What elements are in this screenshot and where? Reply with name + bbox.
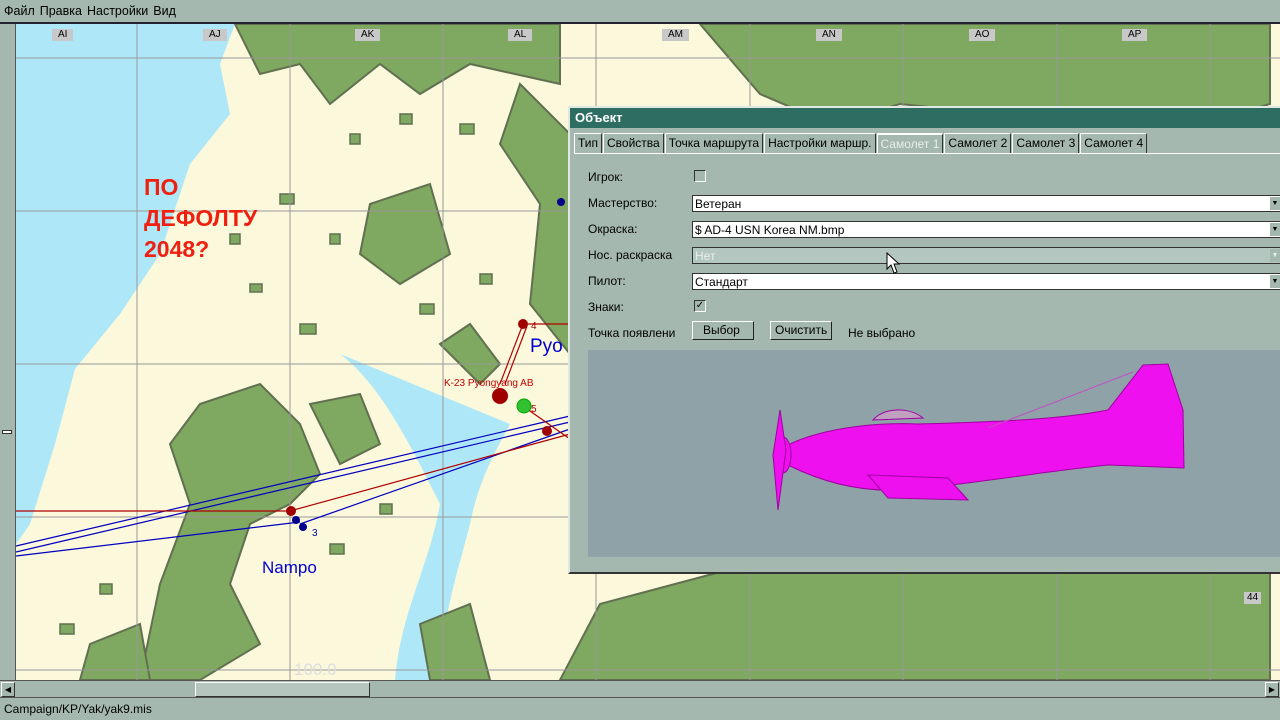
dialog-title[interactable]: Объект — [570, 108, 1280, 128]
nose-art-label: Нос. раскраска — [588, 248, 673, 262]
horizontal-scroll-thumb[interactable] — [195, 682, 370, 697]
spawn-value: Не выбрано — [848, 326, 916, 340]
grid-label: AI — [52, 29, 74, 41]
tab-route-settings[interactable]: Настройки маршр. — [764, 133, 876, 153]
tab-bar: Тип Свойства Точка маршрута Настройки ма… — [574, 133, 1148, 153]
horizontal-scrollbar[interactable]: ◀ ▶ — [0, 680, 1280, 698]
grid-label: AN — [816, 29, 842, 41]
nose-art-value: Нет — [695, 249, 716, 263]
airfield-label[interactable]: K-23 Pyongyang AB — [444, 378, 534, 389]
grid-label: AK — [355, 29, 381, 41]
tab-waypoint[interactable]: Точка маршрута — [664, 133, 764, 153]
clear-button[interactable]: Очистить — [770, 321, 833, 340]
player-label: Игрок: — [588, 170, 623, 184]
grid-label: AL — [508, 29, 533, 41]
waypoint-label[interactable]: 5 — [531, 404, 537, 415]
waypoint-label[interactable]: 4 — [531, 321, 537, 332]
markings-checkbox[interactable]: ✓ — [694, 300, 706, 312]
menu-file[interactable]: Файл — [4, 4, 35, 18]
tab-aircraft-4[interactable]: Самолет 4 — [1080, 133, 1148, 153]
menu-bar: Файл Правка Настройки Вид — [0, 0, 1280, 24]
chevron-down-icon[interactable]: ▼ — [1270, 275, 1280, 288]
tab-aircraft-3[interactable]: Самолет 3 — [1012, 133, 1080, 153]
menu-edit[interactable]: Правка — [40, 4, 82, 18]
aircraft-panel: Игрок: Мастерство: Ветеран ▼ Окраска: $ A… — [574, 153, 1280, 572]
vertical-scroll-thumb[interactable] — [2, 430, 12, 434]
grid-label: AP — [1122, 29, 1148, 41]
object-dialog: Объект Тип Свойства Точка маршрута Настр… — [568, 106, 1280, 574]
skin-label: Окраска: — [588, 222, 638, 236]
city-label: Pyo — [530, 336, 563, 357]
tab-properties[interactable]: Свойства — [603, 133, 664, 153]
scroll-right-button[interactable]: ▶ — [1265, 682, 1279, 697]
pilot-value: Стандарт — [695, 275, 748, 289]
menu-view[interactable]: Вид — [153, 4, 176, 18]
aircraft-preview[interactable] — [588, 350, 1280, 557]
skin-value: $ AD-4 USN Korea NM.bmp — [695, 223, 845, 237]
skill-select[interactable]: Ветеран ▼ — [692, 195, 1280, 212]
chevron-down-icon[interactable]: ▼ — [1270, 223, 1280, 236]
skill-label: Мастерство: — [588, 196, 658, 210]
markings-label: Знаки: — [588, 300, 624, 314]
scroll-left-button[interactable]: ◀ — [1, 682, 15, 697]
menu-settings[interactable]: Настройки — [87, 4, 148, 18]
tab-aircraft-2[interactable]: Самолет 2 — [944, 133, 1012, 153]
tab-aircraft-1[interactable]: Самолет 1 — [876, 133, 944, 153]
status-bar: Campaign/KP/Yak/yak9.mis — [0, 700, 1280, 720]
aircraft-model — [772, 363, 1185, 511]
select-button[interactable]: Выбор — [692, 321, 754, 340]
player-checkbox[interactable] — [694, 170, 706, 182]
grid-label: AO — [969, 29, 996, 41]
city-label: Nampo — [262, 558, 317, 577]
skin-select[interactable]: $ AD-4 USN Korea NM.bmp ▼ — [692, 221, 1280, 238]
nose-art-select: Нет ▼ — [692, 247, 1280, 264]
waypoint-label[interactable]: 3 — [312, 528, 318, 539]
chevron-down-icon[interactable]: ▼ — [1270, 197, 1280, 210]
pilot-select[interactable]: Стандарт ▼ — [692, 273, 1280, 290]
grid-row-label: 44 — [1244, 592, 1262, 604]
tab-type[interactable]: Тип — [574, 133, 603, 153]
grid-label: AM — [662, 29, 689, 41]
vertical-scrollbar[interactable] — [0, 24, 16, 680]
skill-value: Ветеран — [695, 197, 742, 211]
spawn-label: Точка появлени — [588, 326, 676, 340]
mouse-cursor-icon — [886, 252, 901, 274]
grid-label: AJ — [203, 29, 227, 41]
chevron-down-icon: ▼ — [1270, 249, 1280, 262]
map-value: 100.0 — [294, 660, 337, 679]
map-annotation: ПО ДЕФОЛТУ 2048? — [144, 174, 258, 262]
pilot-label: Пилот: — [588, 274, 626, 288]
